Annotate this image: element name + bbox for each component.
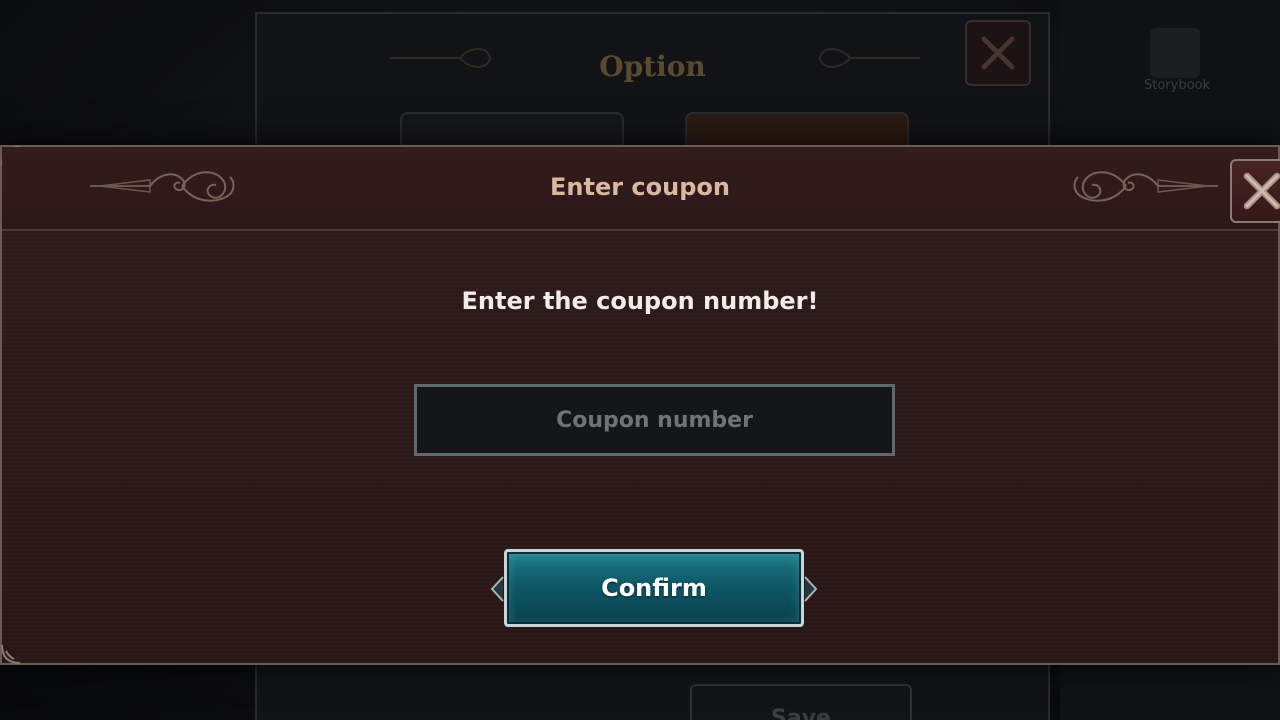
background-close-icon: [981, 36, 1015, 70]
dialog-header: Enter coupon: [2, 147, 1280, 231]
confirm-button-frame: Confirm: [490, 549, 820, 629]
game-screen: Storybook Option Save Enter coupon Enter…: [0, 0, 1280, 720]
corner-ornament-icon: [1, 644, 21, 664]
background-save-button: Save: [690, 684, 912, 720]
diamond-arrow-right-icon: [804, 576, 818, 602]
storybook-icon: [1150, 28, 1200, 78]
coupon-prompt-text: Enter the coupon number!: [461, 287, 819, 315]
close-button[interactable]: [1230, 159, 1280, 223]
background-ornament-left-icon: [390, 48, 492, 68]
background-ornament-right-icon: [818, 48, 920, 68]
close-icon: [1243, 172, 1280, 210]
background-close-button: [965, 20, 1031, 86]
coupon-number-input[interactable]: [414, 384, 895, 456]
background-side-label: Storybook: [1143, 78, 1211, 93]
filigree-ornament-right-icon: [1073, 171, 1218, 202]
confirm-button[interactable]: Confirm: [504, 549, 804, 627]
background-panel-title: Option: [599, 50, 706, 83]
diamond-arrow-left-icon: [490, 576, 504, 602]
coupon-dialog: Enter coupon Enter the coupon number! Co…: [0, 145, 1280, 665]
